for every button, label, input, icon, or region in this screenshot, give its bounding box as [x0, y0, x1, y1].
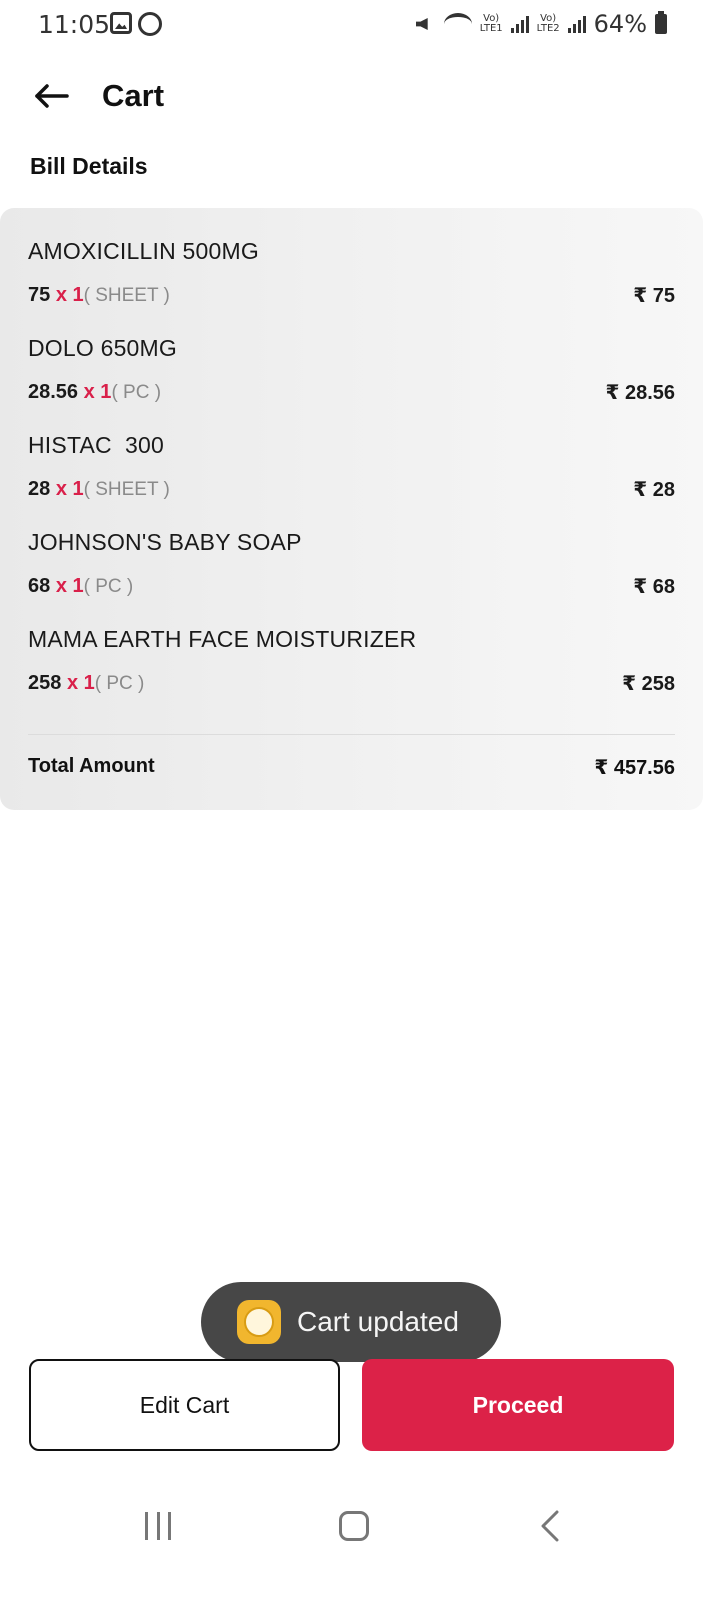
item-unit: ( PC ): [83, 576, 134, 597]
back-arrow-icon[interactable]: [34, 78, 70, 114]
item-qty-line: 28.56 x 1( PC ): [28, 381, 161, 404]
item-unit: ( PC ): [111, 382, 162, 403]
item-unit-price: 68: [28, 575, 51, 597]
sim2-sub: LTE2: [536, 23, 560, 34]
item-unit-price: 28.56: [28, 381, 79, 403]
app-header: Cart: [0, 70, 717, 130]
total-amount-label: Total Amount: [28, 755, 155, 777]
item-name: DOLO 650MG: [28, 335, 177, 361]
item-unit-price: 258: [28, 672, 62, 694]
app-logo-icon: [237, 1300, 281, 1344]
status-bar: 11:05 Vo) LTE1 Vo) LTE2 64%: [0, 0, 717, 50]
bill-item: DOLO 650MG 28.56 x 1( PC ) ₹ 28.56: [28, 335, 675, 405]
sim2-indicator: Vo) LTE2: [537, 14, 560, 34]
toast-notification: Cart updated: [201, 1282, 501, 1362]
item-qty-line: 75 x 1( SHEET ): [28, 284, 170, 307]
item-quantity: x 1: [83, 381, 112, 403]
whatsapp-icon: [138, 12, 162, 36]
gallery-icon: [110, 12, 132, 34]
item-unit: ( SHEET ): [83, 479, 170, 500]
item-quantity: x 1: [55, 575, 84, 597]
notification-icons: [110, 12, 162, 36]
item-name: MAMA EARTH FACE MOISTURIZER: [28, 626, 417, 652]
item-unit-price: 28: [28, 478, 51, 500]
item-name: JOHNSON'S BABY SOAP: [28, 529, 302, 555]
bill-card: AMOXICILLIN 500MG 75 x 1( SHEET ) ₹ 75 D…: [0, 208, 703, 810]
bill-item: MAMA EARTH FACE MOISTURIZER 258 x 1( PC …: [28, 626, 675, 696]
toast-message: Cart updated: [297, 1306, 459, 1337]
item-qty-line: 28 x 1( SHEET ): [28, 478, 170, 501]
item-unit-price: 75: [28, 284, 51, 306]
item-total: ₹ 28.56: [605, 382, 675, 404]
bill-divider: [28, 734, 675, 735]
item-total: ₹ 258: [622, 673, 675, 695]
battery-icon: [655, 11, 667, 34]
bill-details-heading: Bill Details: [30, 153, 148, 179]
bill-item: AMOXICILLIN 500MG 75 x 1( SHEET ) ₹ 75: [28, 238, 675, 308]
item-total: ₹ 28: [633, 479, 675, 501]
system-nav-bar: [0, 1480, 717, 1570]
item-unit: ( SHEET ): [83, 285, 170, 306]
page-title: Cart: [102, 78, 165, 113]
item-name: HISTAC 300: [28, 432, 164, 458]
nav-back-icon[interactable]: [540, 1510, 560, 1542]
recent-apps-icon[interactable]: [145, 1512, 171, 1540]
item-unit: ( PC ): [94, 673, 145, 694]
status-indicators: Vo) LTE1 Vo) LTE2 64%: [414, 10, 667, 38]
item-qty-line: 258 x 1( PC ): [28, 672, 144, 695]
item-quantity: x 1: [55, 478, 84, 500]
item-quantity: x 1: [55, 284, 84, 306]
sim1-sub: LTE1: [479, 23, 503, 34]
signal-bars-icon: [567, 15, 586, 33]
wifi-icon: [443, 13, 472, 35]
signal-bars-icon: [510, 15, 529, 33]
item-name: AMOXICILLIN 500MG: [28, 238, 259, 264]
mute-icon: [414, 13, 436, 35]
status-time: 11:05: [38, 10, 111, 39]
item-qty-line: 68 x 1( PC ): [28, 575, 133, 598]
item-total: ₹ 75: [633, 285, 675, 307]
item-total: ₹ 68: [633, 576, 675, 598]
home-icon[interactable]: [339, 1511, 369, 1541]
edit-cart-button[interactable]: Edit Cart: [29, 1359, 340, 1451]
proceed-button[interactable]: Proceed: [362, 1359, 674, 1451]
battery-percent: 64%: [593, 10, 647, 38]
item-quantity: x 1: [66, 672, 95, 694]
bill-item: JOHNSON'S BABY SOAP 68 x 1( PC ) ₹ 68: [28, 529, 675, 599]
total-amount-value: ₹ 457.56: [594, 757, 675, 779]
bill-item: HISTAC 300 28 x 1( SHEET ) ₹ 28: [28, 432, 675, 502]
sim1-indicator: Vo) LTE1: [480, 14, 503, 34]
